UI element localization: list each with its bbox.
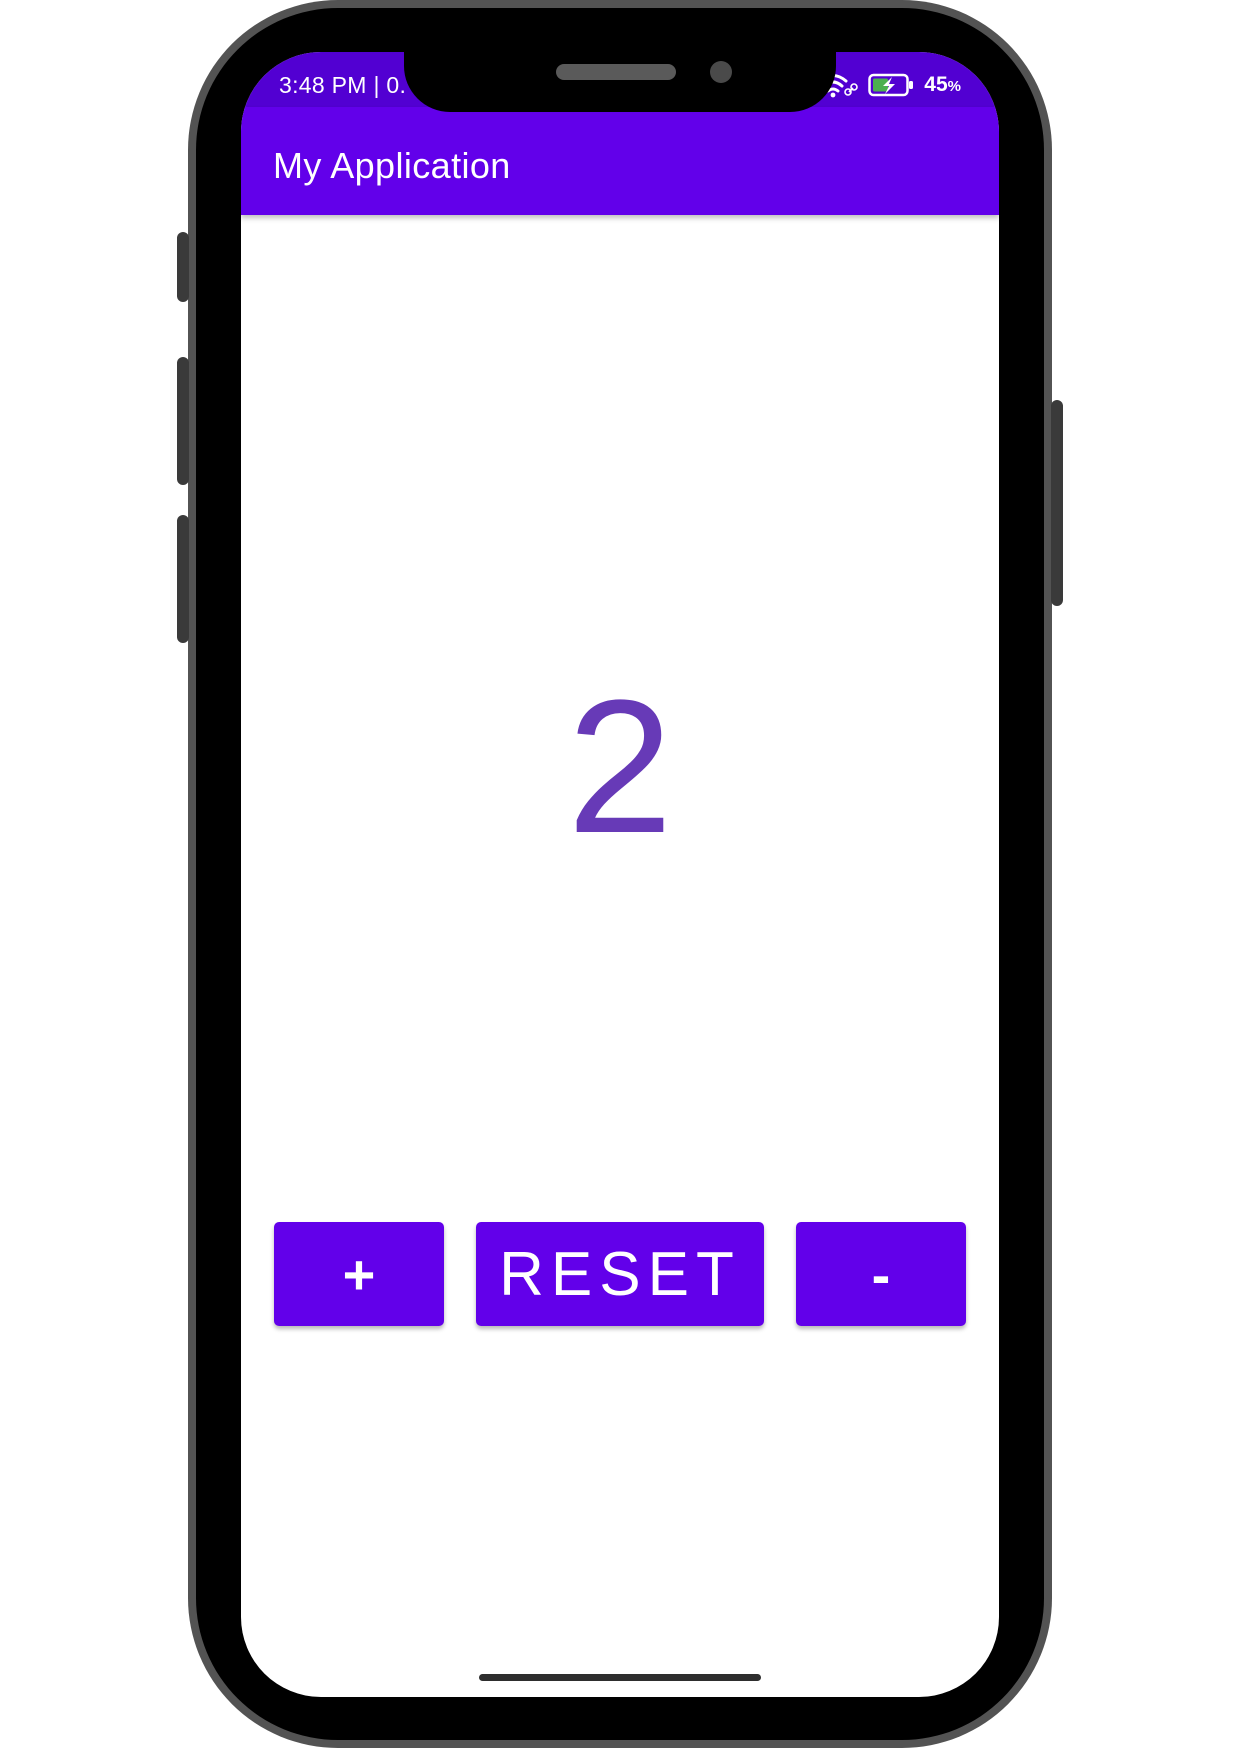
- front-camera: [710, 61, 732, 83]
- increment-button[interactable]: +: [274, 1222, 444, 1326]
- phone-notch: [404, 44, 836, 112]
- status-icons: 45%: [818, 70, 961, 100]
- phone-side-button-mute: [177, 232, 189, 302]
- status-time: 3:48 PM | 0.: [279, 72, 407, 98]
- phone-side-button-volume-up: [177, 357, 189, 485]
- battery-charging-icon: [868, 73, 914, 97]
- counter-value: 2: [567, 661, 673, 873]
- battery-percent-value: 45: [924, 73, 948, 96]
- decrement-button[interactable]: -: [796, 1222, 966, 1326]
- home-indicator[interactable]: [479, 1674, 761, 1681]
- link-icon: [844, 83, 859, 97]
- phone-screen: 3:48 PM | 0. 45% My Application 2 + RESE…: [241, 52, 999, 1697]
- reset-button[interactable]: RESET: [476, 1222, 764, 1326]
- app-bar: My Application: [241, 107, 999, 215]
- page: 3:48 PM | 0. 45% My Application 2 + RESE…: [0, 0, 1240, 1748]
- phone-side-button-power: [1051, 400, 1063, 606]
- phone-side-button-volume-down: [177, 515, 189, 643]
- app-title: My Application: [273, 145, 511, 186]
- speaker-grille: [556, 64, 676, 80]
- battery-percent-unit: %: [947, 78, 961, 95]
- battery-percent: 45%: [924, 73, 961, 97]
